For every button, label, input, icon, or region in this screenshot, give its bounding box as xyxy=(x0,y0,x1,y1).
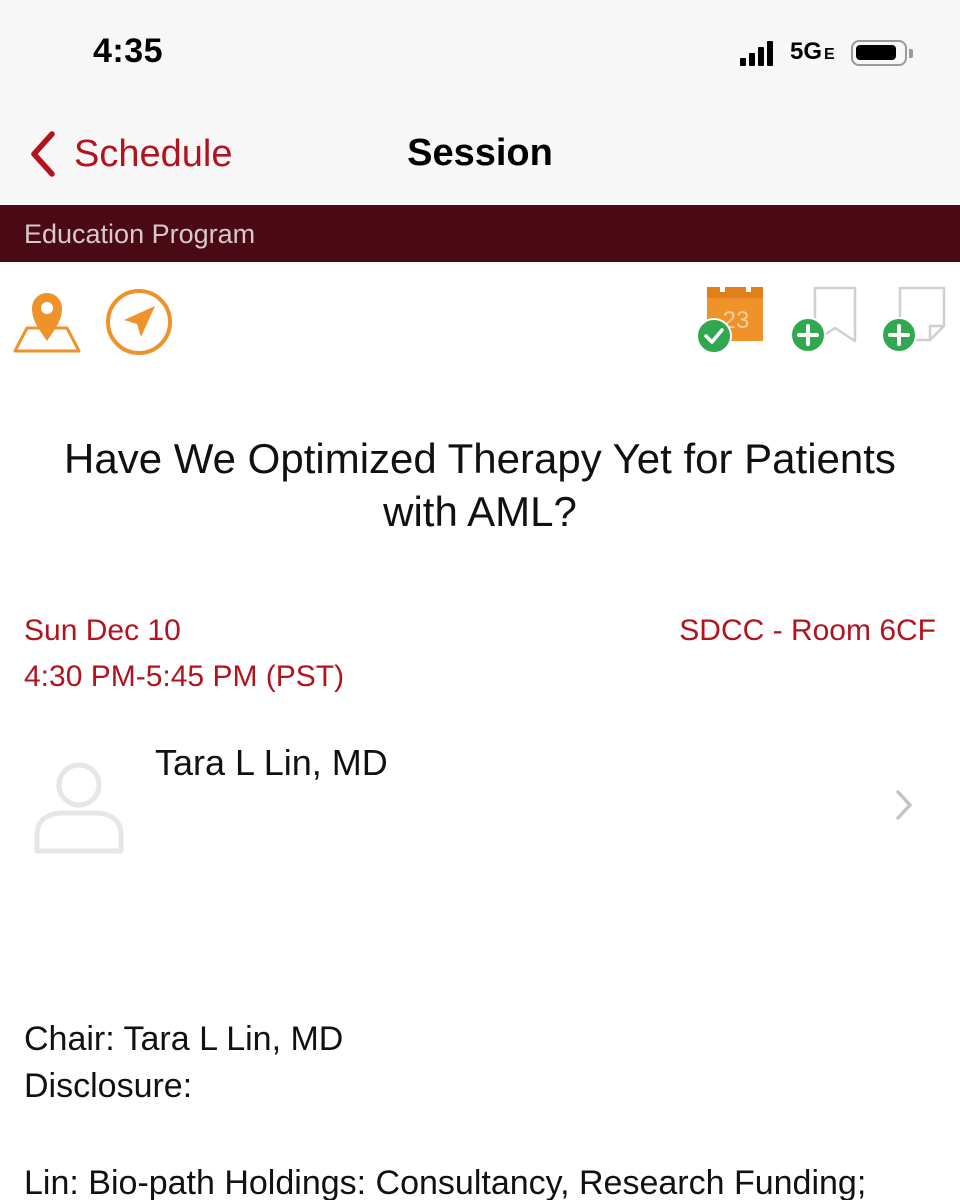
note-add-icon[interactable] xyxy=(880,286,950,354)
network-suffix: E xyxy=(824,46,835,63)
map-pin-icon[interactable] xyxy=(12,286,82,356)
session-date: Sun Dec 10 xyxy=(24,614,181,647)
disclosure-label: Disclosure: xyxy=(24,1067,193,1105)
session-room[interactable]: SDCC - Room 6CF xyxy=(679,614,936,648)
chair-line: Chair: Tara L Lin, MD xyxy=(24,1020,344,1058)
speaker-row[interactable]: Tara L Lin, MD xyxy=(0,730,960,870)
battery-icon xyxy=(851,40,913,66)
bookmark-add-icon[interactable] xyxy=(789,286,859,354)
session-title: Have We Optimized Therapy Yet for Patien… xyxy=(64,435,896,535)
signal-strength-icon xyxy=(740,40,774,66)
session-time: 4:30 PM-5:45 PM (PST) xyxy=(24,660,345,693)
program-banner: Education Program xyxy=(0,205,960,262)
program-label: Education Program xyxy=(24,219,256,249)
speaker-name: Tara L Lin, MD xyxy=(155,742,388,783)
page-title: Session xyxy=(407,132,553,174)
disclosure-text: Lin: Bio-path Holdings: Consultancy, Res… xyxy=(24,1164,867,1200)
network-indicator: 5G E xyxy=(790,38,835,66)
avatar-placeholder-icon xyxy=(34,762,124,854)
network-type: 5G xyxy=(790,38,823,65)
chevron-right-icon xyxy=(896,790,912,820)
calendar-added-icon[interactable]: 23 xyxy=(694,286,766,354)
navigate-arrow-icon[interactable] xyxy=(104,287,174,357)
navigation-bar: Schedule Session xyxy=(0,100,960,205)
status-bar: 4:35 5G E xyxy=(0,0,960,100)
status-time: 4:35 xyxy=(93,32,164,70)
